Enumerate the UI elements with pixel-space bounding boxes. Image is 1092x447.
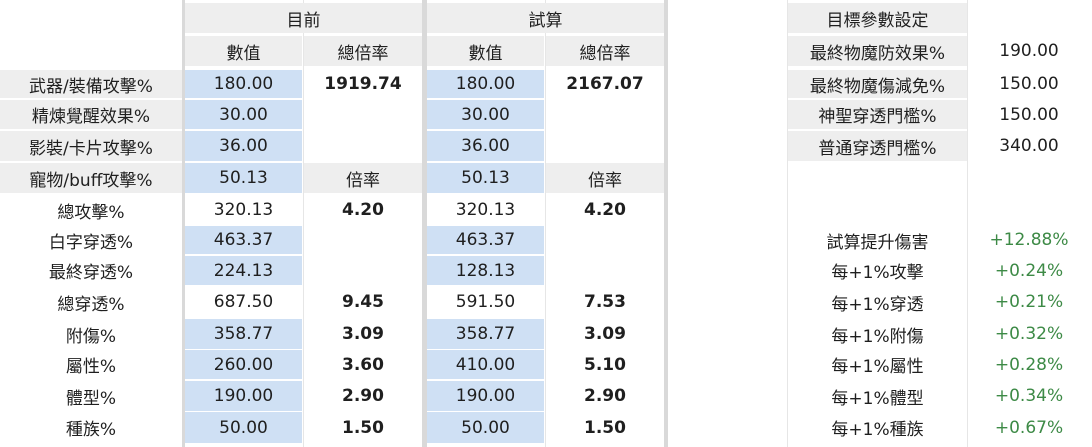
current-value-cell[interactable]: 30.00	[185, 100, 302, 129]
current-value-cell[interactable]: 224.13	[185, 256, 302, 285]
current-multiplier-cell: 4.20	[304, 195, 422, 225]
row-label: 精煉覺醒效果%	[0, 100, 182, 129]
trial-multiplier-cell: 7.53	[546, 287, 664, 317]
result-label: 每+1%體型	[788, 381, 967, 411]
row-label: 屬性%	[0, 350, 182, 379]
trial-value-cell[interactable]: 50.13	[427, 163, 544, 193]
trial-multiplier-cell	[546, 226, 664, 254]
result-label: 每+1%屬性	[788, 350, 967, 379]
trial-value-cell[interactable]: 180.00	[427, 70, 544, 98]
current-multiplier-cell: 3.09	[304, 319, 422, 349]
column-header-current-multiplier: 總倍率	[304, 36, 422, 66]
trial-multiplier-cell: 2.90	[546, 381, 664, 411]
current-multiplier-cell: 1919.74	[304, 70, 422, 98]
trial-value-cell[interactable]: 358.77	[427, 319, 544, 349]
trial-multiplier-cell: 5.10	[546, 350, 664, 379]
trial-multiplier-cell	[546, 256, 664, 285]
row-label: 白字穿透%	[0, 226, 182, 254]
section-header-targets: 目標參數設定	[788, 3, 967, 33]
trial-value-cell[interactable]: 410.00	[427, 350, 544, 379]
current-value-cell[interactable]: 358.77	[185, 319, 302, 349]
trial-multiplier-cell: 2167.07	[546, 70, 664, 98]
row-label: 最終穿透%	[0, 256, 182, 285]
column-header-current-value: 數值	[185, 36, 302, 66]
trial-value-cell[interactable]: 128.13	[427, 256, 544, 285]
current-multiplier-cell	[304, 100, 422, 129]
current-value-cell[interactable]: 36.00	[185, 131, 302, 161]
result-label: 每+1%穿透	[788, 287, 967, 317]
trial-value-cell[interactable]: 463.37	[427, 226, 544, 254]
current-value-cell[interactable]: 260.00	[185, 350, 302, 379]
target-label: 最終物魔傷減免%	[788, 70, 967, 98]
trial-multiplier-cell: 3.09	[546, 319, 664, 349]
row-label: 總穿透%	[0, 287, 182, 317]
trial-value-cell[interactable]: 190.00	[427, 381, 544, 411]
result-label: 試算提升傷害	[788, 226, 967, 254]
trial-value-cell[interactable]: 50.00	[427, 412, 544, 443]
current-value-cell: 687.50	[185, 287, 302, 317]
current-value-cell[interactable]: 50.00	[185, 412, 302, 443]
trial-value-cell: 320.13	[427, 195, 544, 225]
grid-line	[787, 0, 788, 447]
current-multiplier-header: 倍率	[304, 163, 422, 193]
row-label: 體型%	[0, 381, 182, 411]
row-label: 寵物/buff攻擊%	[0, 163, 182, 193]
column-gutter	[664, 0, 668, 447]
current-multiplier-cell	[304, 226, 422, 254]
current-value-cell[interactable]: 50.13	[185, 163, 302, 193]
row-label: 總攻擊%	[0, 195, 182, 225]
row-label: 影裝/卡片攻擊%	[0, 131, 182, 161]
result-value: +0.21%	[968, 287, 1090, 317]
current-value-cell: 320.13	[185, 195, 302, 225]
result-value: +0.28%	[968, 350, 1090, 379]
result-label: 每+1%種族	[788, 412, 967, 443]
trial-multiplier-cell	[546, 131, 664, 161]
row-label: 武器/裝備攻擊%	[0, 70, 182, 98]
grid-line	[967, 0, 968, 447]
section-header-current: 目前	[185, 3, 422, 33]
current-value-cell[interactable]: 180.00	[185, 70, 302, 98]
result-value: +0.34%	[968, 381, 1090, 411]
target-label: 最終物魔防效果%	[788, 36, 967, 66]
trial-multiplier-header: 倍率	[546, 163, 664, 193]
target-label: 普通穿透門檻%	[788, 131, 967, 161]
current-value-cell[interactable]: 190.00	[185, 381, 302, 411]
target-value[interactable]: 150.00	[968, 70, 1090, 98]
trial-multiplier-cell: 4.20	[546, 195, 664, 225]
target-label: 神聖穿透門檻%	[788, 100, 967, 129]
result-value: +12.88%	[968, 226, 1090, 254]
current-value-cell[interactable]: 463.37	[185, 226, 302, 254]
result-value: +0.32%	[968, 319, 1090, 349]
result-label: 每+1%附傷	[788, 319, 967, 349]
trial-value-cell[interactable]: 36.00	[427, 131, 544, 161]
column-header-trial-multiplier: 總倍率	[546, 36, 664, 66]
row-label: 附傷%	[0, 319, 182, 349]
result-value: +0.24%	[968, 256, 1090, 285]
column-header-trial-value: 數值	[427, 36, 544, 66]
trial-value-cell[interactable]: 30.00	[427, 100, 544, 129]
trial-value-cell: 591.50	[427, 287, 544, 317]
current-multiplier-cell: 3.60	[304, 350, 422, 379]
target-value[interactable]: 190.00	[968, 36, 1090, 66]
result-value: +0.67%	[968, 412, 1090, 443]
result-label: 每+1%攻擊	[788, 256, 967, 285]
target-value[interactable]: 150.00	[968, 100, 1090, 129]
current-multiplier-cell: 9.45	[304, 287, 422, 317]
target-value[interactable]: 340.00	[968, 131, 1090, 161]
section-header-trial: 試算	[427, 3, 664, 33]
spreadsheet: 目前 試算 目標參數設定 數值 總倍率 數值 總倍率 最終物魔防效果% 190.…	[0, 0, 1092, 447]
trial-multiplier-cell	[546, 100, 664, 129]
current-multiplier-cell	[304, 256, 422, 285]
current-multiplier-cell	[304, 131, 422, 161]
trial-multiplier-cell: 1.50	[546, 412, 664, 443]
row-label: 種族%	[0, 412, 182, 443]
current-multiplier-cell: 1.50	[304, 412, 422, 443]
current-multiplier-cell: 2.90	[304, 381, 422, 411]
